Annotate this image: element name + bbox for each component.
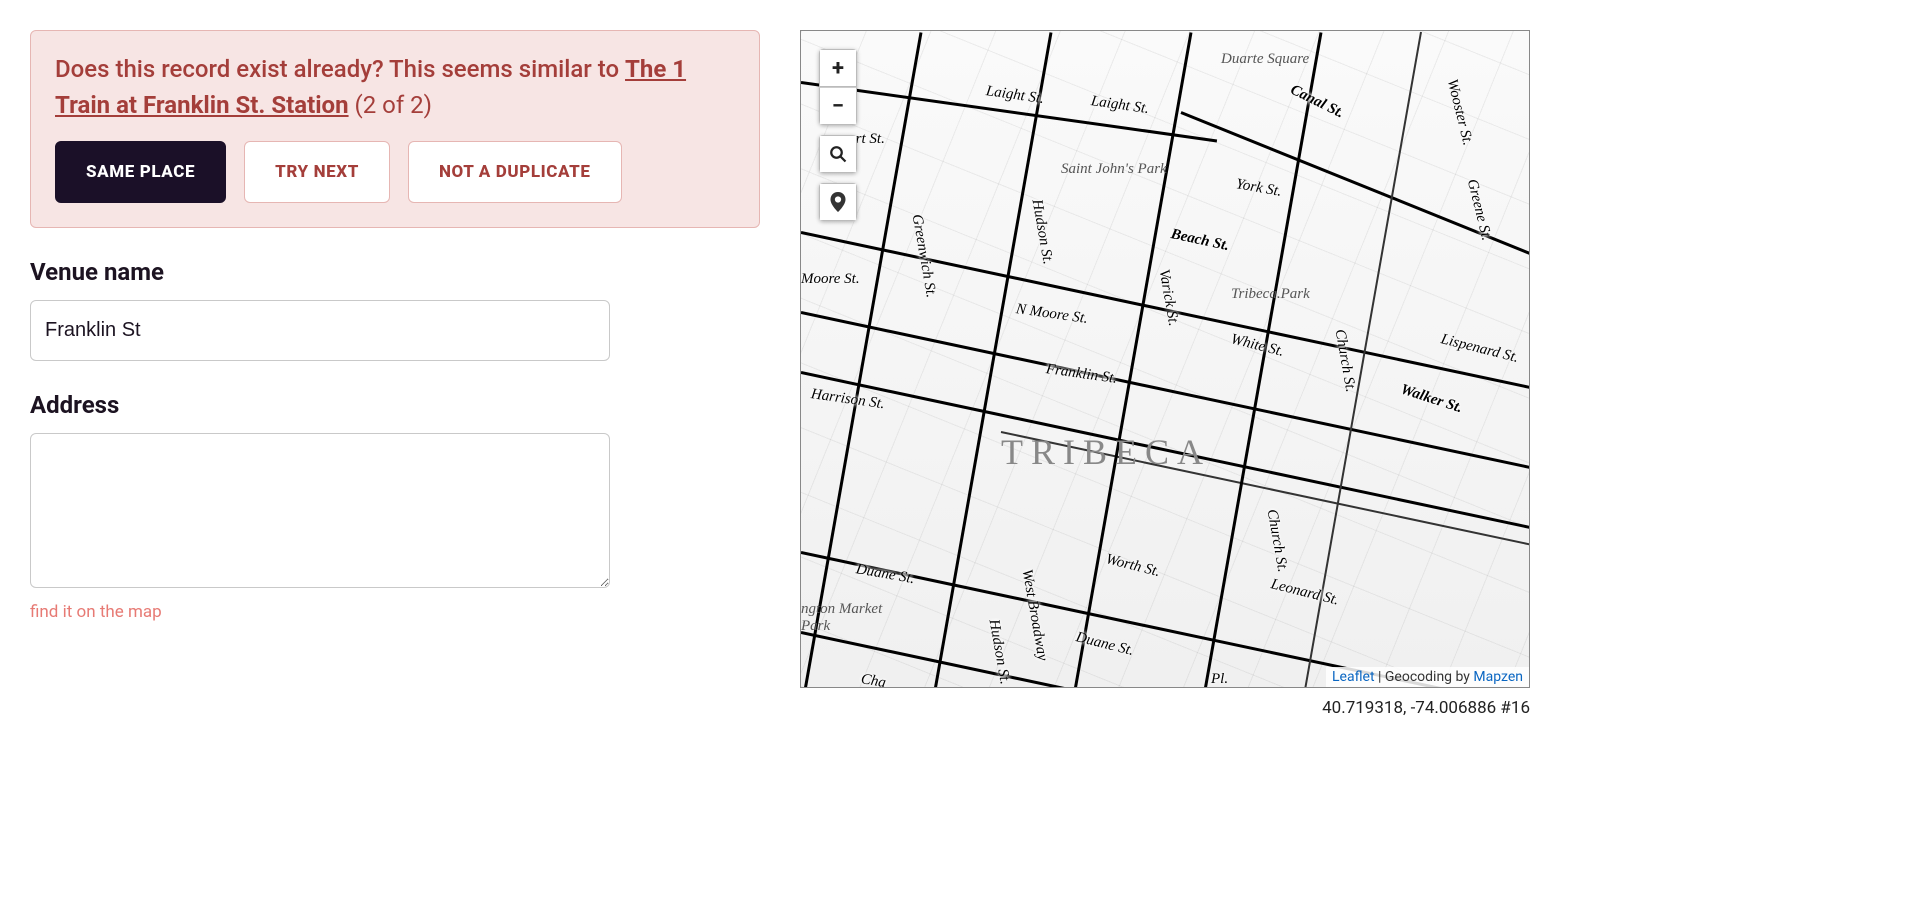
map-attribution: Leaflet | Geocoding by Mapzen — [1326, 667, 1529, 687]
attribution-sep: | Geocoding by — [1375, 669, 1474, 685]
duplicate-alert: Does this record exist already? This see… — [30, 30, 760, 228]
map-marker-button[interactable] — [819, 183, 857, 221]
park-label: Tribeca.Park — [1231, 286, 1310, 303]
map-search-button[interactable] — [819, 135, 857, 173]
park-label: ngton Market Park — [801, 601, 882, 635]
alert-actions: Same Place Try Next Not a Duplicate — [55, 141, 735, 203]
park-label: Saint John's Park — [1061, 161, 1167, 178]
venue-name-label: Venue name — [30, 258, 760, 286]
not-duplicate-button[interactable]: Not a Duplicate — [408, 141, 622, 203]
address-textarea[interactable] — [30, 433, 610, 588]
map-coordinates: 40.719318, -74.006886 #16 — [800, 698, 1530, 718]
marker-icon — [830, 192, 846, 212]
map-controls: + − — [819, 49, 857, 221]
same-place-button[interactable]: Same Place — [55, 141, 226, 203]
map-tiles — [801, 31, 1529, 687]
try-next-button[interactable]: Try Next — [244, 141, 390, 203]
street-label: Pl. — [1211, 671, 1228, 688]
alert-prompt: Does this record exist already? This see… — [55, 55, 625, 83]
alert-message: Does this record exist already? This see… — [55, 51, 735, 123]
street-label: Moore St. — [801, 271, 860, 288]
leaflet-link[interactable]: Leaflet — [1332, 669, 1375, 685]
venue-name-input[interactable] — [30, 300, 610, 361]
zoom-in-button[interactable]: + — [819, 49, 857, 87]
park-label: Duarte Square — [1221, 51, 1309, 68]
mapzen-link[interactable]: Mapzen — [1473, 669, 1523, 685]
search-icon — [829, 145, 847, 163]
find-on-map-link[interactable]: find it on the map — [30, 602, 162, 622]
map[interactable]: TRIBECA Saint John's Park Tribeca.Park D… — [800, 30, 1530, 688]
alert-counter: (2 of 2) — [349, 91, 432, 119]
address-label: Address — [30, 391, 760, 419]
zoom-out-button[interactable]: − — [819, 87, 857, 125]
district-label: TRIBECA — [1001, 431, 1211, 473]
